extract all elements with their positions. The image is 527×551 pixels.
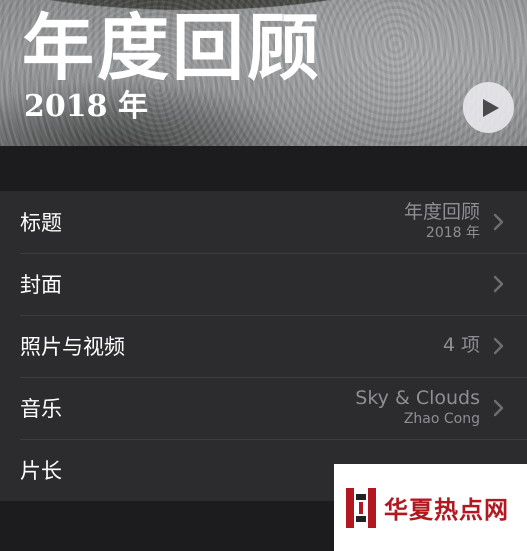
row-title[interactable]: 标题 年度回顾 2018 年 <box>0 191 527 253</box>
chevron-right-icon <box>493 399 504 417</box>
play-icon <box>482 98 499 117</box>
row-title-sub: 2018 年 <box>425 225 480 242</box>
hero-cover-image[interactable]: 年度回顾 2018 年 <box>0 0 527 146</box>
memory-settings-list: 标题 年度回顾 2018 年 封面 照片与视频 4 项 音乐 Sky & Clo… <box>0 191 527 501</box>
row-photos-videos-value: 4 项 <box>442 334 480 357</box>
row-music[interactable]: 音乐 Sky & Clouds Zhao Cong <box>0 377 527 439</box>
chevron-right-icon <box>493 213 504 231</box>
row-music-value: Sky & Clouds <box>355 387 480 410</box>
hero-subtitle: 2018 年 <box>24 89 148 124</box>
watermark-text: 华夏热点网 <box>384 495 509 524</box>
hero-title: 年度回顾 <box>22 6 323 90</box>
row-title-value: 年度回顾 <box>403 201 480 224</box>
play-button[interactable] <box>463 82 514 133</box>
row-photos-videos-label: 照片与视频 <box>20 335 125 359</box>
row-duration-label: 片长 <box>20 459 62 483</box>
row-photos-videos-value-group: 4 项 <box>442 334 480 357</box>
row-music-sub: Zhao Cong <box>403 411 480 428</box>
row-cover[interactable]: 封面 <box>0 253 527 315</box>
chevron-right-icon <box>493 275 504 293</box>
chevron-right-icon <box>493 337 504 355</box>
row-title-label: 标题 <box>20 211 62 235</box>
row-photos-videos[interactable]: 照片与视频 4 项 <box>0 315 527 377</box>
row-music-value-group: Sky & Clouds Zhao Cong <box>355 387 480 428</box>
row-cover-label: 封面 <box>20 273 62 297</box>
row-title-value-group: 年度回顾 2018 年 <box>403 201 480 242</box>
row-music-label: 音乐 <box>20 397 62 421</box>
watermark: 华夏热点网 <box>334 464 527 551</box>
watermark-logo-icon <box>346 487 376 528</box>
